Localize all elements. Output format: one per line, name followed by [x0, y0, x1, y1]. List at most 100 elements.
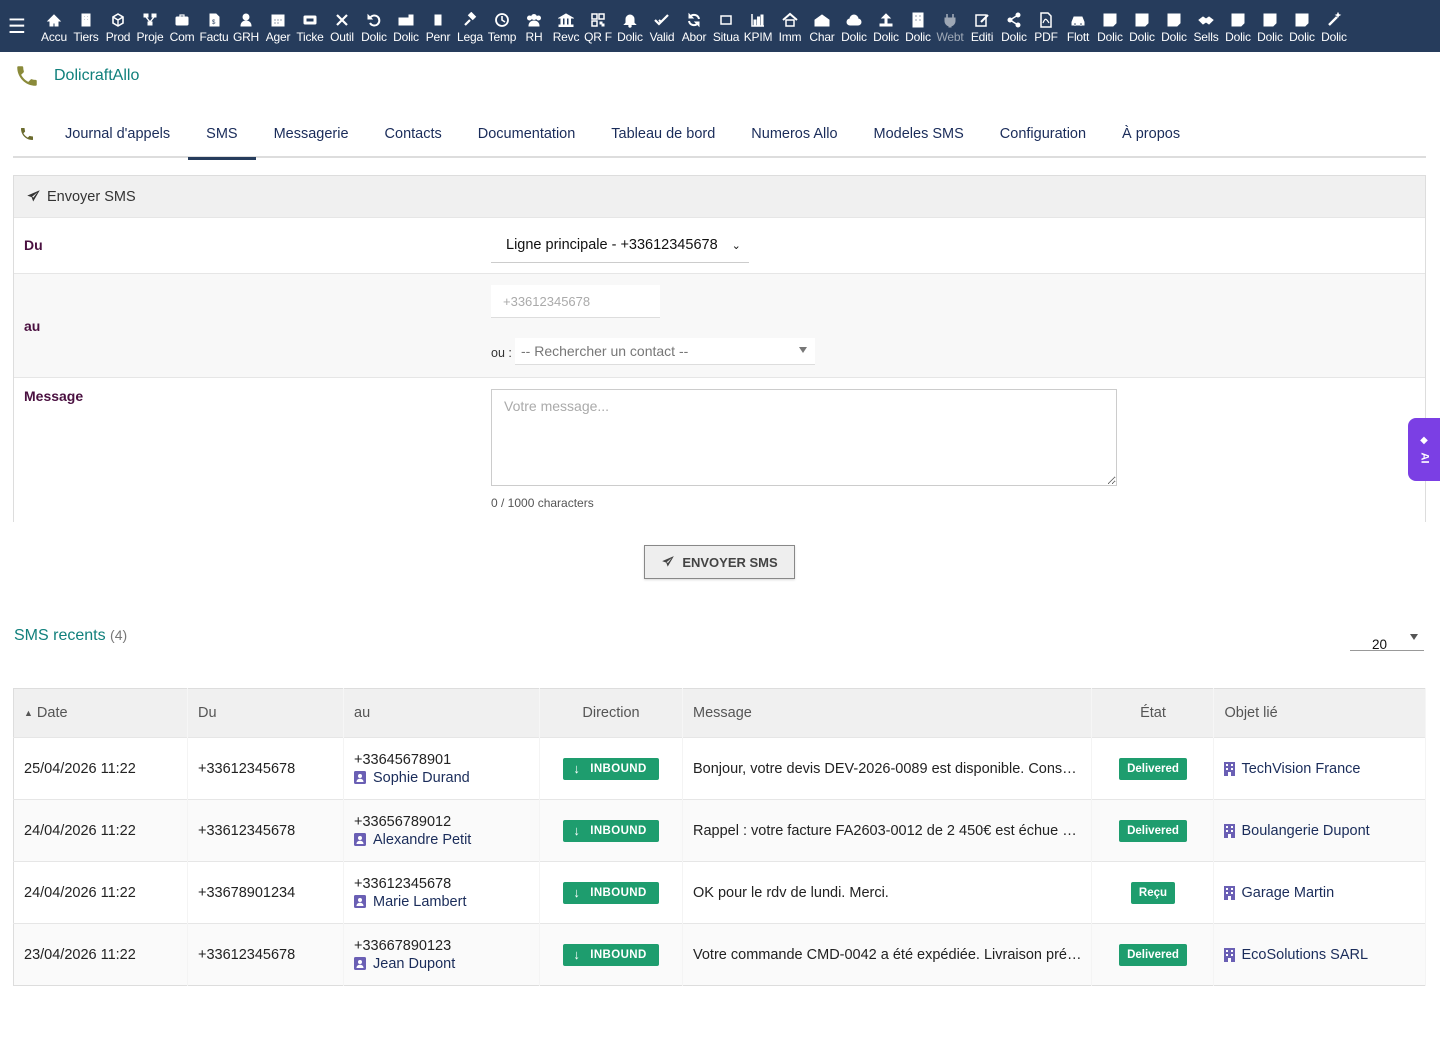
to-number: +33667890123 — [354, 937, 452, 954]
tab-modeles-sms[interactable]: Modeles SMS — [856, 110, 982, 158]
top-menu-item[interactable]: Ager — [262, 0, 294, 52]
top-menu-item-label: Dolic — [841, 30, 867, 44]
top-menu-item[interactable]: Penr — [422, 0, 454, 52]
top-menu-item[interactable]: Temp — [486, 0, 518, 52]
tab-tableau-de-bord[interactable]: Tableau de bord — [593, 110, 733, 158]
top-menu-item[interactable]: $ Factu — [198, 0, 230, 52]
message-text: OK pour le rdv de lundi. Merci. — [693, 884, 889, 901]
top-menu-item[interactable]: Dolic — [870, 0, 902, 52]
hamburger-menu-icon[interactable]: ☰ — [0, 0, 34, 52]
top-menu-item[interactable]: RH — [518, 0, 550, 52]
linked-object-link[interactable]: EcoSolutions SARL — [1224, 947, 1415, 963]
top-menu-item[interactable]: Dolic — [902, 0, 934, 52]
top-menu-item[interactable]: QR F — [582, 0, 614, 52]
top-menu-bar: ☰ Accu Tiers Prod Proje Com $ Factu GRH Ager Tick… — [0, 0, 1440, 52]
top-menu-item[interactable]: Valid — [646, 0, 678, 52]
top-menu-item[interactable]: Imm — [774, 0, 806, 52]
top-menu-item-label: PDF — [1034, 30, 1058, 44]
cell-direction: ↓ INBOUND — [539, 737, 683, 800]
top-menu-item[interactable]: Dolic — [1094, 0, 1126, 52]
top-menu-item[interactable]: Abor — [678, 0, 710, 52]
top-menu-item[interactable]: Proje — [134, 0, 166, 52]
page-size-select[interactable]: 20 — [1350, 630, 1424, 652]
from-select[interactable]: Ligne principale - +33612345678 ⌄ — [491, 228, 749, 263]
message-text: Bonjour, votre devis DEV-2026-0089 est d… — [693, 760, 1077, 777]
cell-to: +33667890123 Jean Dupont — [343, 923, 540, 986]
linked-object-link[interactable]: Boulangerie Dupont — [1224, 823, 1415, 839]
tab-configuration[interactable]: Configuration — [982, 110, 1104, 158]
col-to[interactable]: au — [343, 688, 540, 738]
top-menu-item[interactable]: Dolic — [1126, 0, 1158, 52]
char-counter: 0 / 1000 characters — [491, 496, 594, 510]
contact-link[interactable]: Alexandre Petit — [354, 832, 529, 848]
contact-link[interactable]: Marie Lambert — [354, 894, 529, 910]
qrcode-icon — [590, 11, 606, 29]
top-menu-item-label: Valid — [649, 30, 675, 44]
tab-journal-appels[interactable]: Journal d'appels — [47, 110, 188, 158]
col-from[interactable]: Du — [187, 688, 344, 738]
top-menu-item[interactable]: Flott — [1062, 0, 1094, 52]
col-object[interactable]: Objet lié — [1213, 688, 1426, 738]
note-icon — [1230, 11, 1246, 29]
send-sms-button[interactable]: ENVOYER SMS — [644, 545, 795, 579]
top-menu-item[interactable]: Dolic — [1158, 0, 1190, 52]
top-menu-item[interactable]: Com — [166, 0, 198, 52]
top-menu-item[interactable]: Accu — [38, 0, 70, 52]
to-phone-input[interactable] — [491, 285, 660, 318]
direction-label: INBOUND — [590, 886, 647, 899]
direction-label: INBOUND — [590, 762, 647, 775]
building-icon — [78, 11, 94, 29]
ai-assistant-tab[interactable]: ◆ AI — [1408, 418, 1440, 481]
tab-documentation[interactable]: Documentation — [460, 110, 594, 158]
top-menu-item[interactable]: Dolic — [1222, 0, 1254, 52]
tab-a-propos[interactable]: À propos — [1104, 110, 1198, 158]
house-icon — [782, 11, 798, 29]
top-menu-item[interactable]: Dolic — [358, 0, 390, 52]
top-menu-item[interactable]: Dolic — [1254, 0, 1286, 52]
top-menu-item[interactable]: Webt — [934, 0, 966, 52]
top-menu-item-label: Dolic — [361, 30, 387, 44]
message-textarea[interactable] — [491, 389, 1117, 486]
module-title[interactable]: DolicraftAllo — [54, 67, 139, 85]
top-menu-item[interactable]: Dolic — [1286, 0, 1318, 52]
linked-object-link[interactable]: Garage Martin — [1224, 885, 1415, 901]
top-menu-item-label: Flott — [1066, 30, 1090, 44]
top-menu-item[interactable]: Ticke — [294, 0, 326, 52]
contact-link[interactable]: Jean Dupont — [354, 956, 529, 972]
arrow-down-icon: ↓ — [573, 761, 581, 776]
top-menu-item[interactable]: Dolic — [998, 0, 1030, 52]
top-menu-item[interactable]: Dolic — [1318, 0, 1350, 52]
top-menu-item[interactable]: Prod — [102, 0, 134, 52]
top-menu-item[interactable]: Tiers — [70, 0, 102, 52]
top-menu-item[interactable]: Dolic — [838, 0, 870, 52]
tab-phone-home[interactable] — [13, 110, 47, 158]
col-message[interactable]: Message — [682, 688, 1093, 738]
top-menu-item[interactable]: PDF — [1030, 0, 1062, 52]
col-direction[interactable]: Direction — [539, 688, 683, 738]
contact-link[interactable]: Sophie Durand — [354, 770, 529, 786]
top-menu-item[interactable]: Outil — [326, 0, 358, 52]
user-tie-icon — [238, 11, 254, 29]
top-menu-item[interactable]: GRH — [230, 0, 262, 52]
top-menu-item[interactable]: Situa — [710, 0, 742, 52]
contact-search-select[interactable]: -- Rechercher un contact -- — [515, 338, 815, 365]
col-state[interactable]: État — [1091, 688, 1215, 738]
linked-object-link[interactable]: TechVision France — [1224, 761, 1415, 777]
top-menu-item[interactable]: Revc — [550, 0, 582, 52]
cell-from: +33678901234 — [187, 861, 344, 924]
tab-messagerie[interactable]: Messagerie — [256, 110, 367, 158]
col-date[interactable]: ▲ Date — [13, 688, 188, 738]
top-menu-item[interactable]: Char — [806, 0, 838, 52]
top-menu-item[interactable]: Lega — [454, 0, 486, 52]
tab-numeros-allo[interactable]: Numeros Allo — [733, 110, 855, 158]
cell-to: +33645678901 Sophie Durand — [343, 737, 540, 800]
top-menu-item[interactable]: Dolic — [390, 0, 422, 52]
tab-sms[interactable]: SMS — [188, 110, 257, 160]
top-menu-item[interactable]: Dolic — [614, 0, 646, 52]
cell-message: Bonjour, votre devis DEV-2026-0089 est d… — [682, 737, 1093, 800]
tab-contacts[interactable]: Contacts — [367, 110, 460, 158]
office-building-icon — [910, 11, 926, 29]
top-menu-item[interactable]: Editi — [966, 0, 998, 52]
top-menu-item[interactable]: Sells — [1190, 0, 1222, 52]
top-menu-item[interactable]: KPIM — [742, 0, 774, 52]
